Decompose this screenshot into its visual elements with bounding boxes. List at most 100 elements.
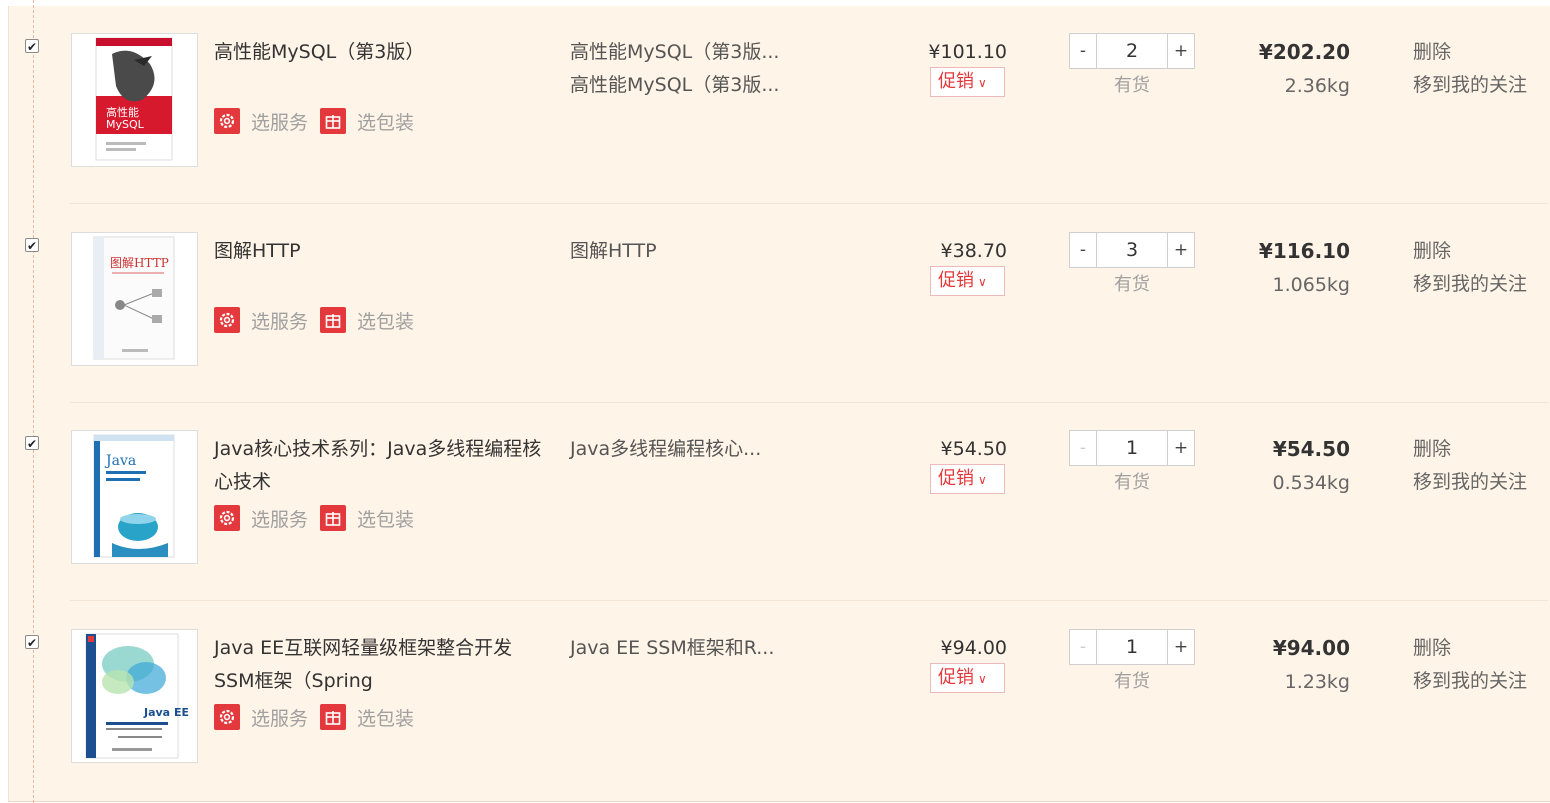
chevron-down-icon: ∨ <box>978 473 987 487</box>
stock-status: 有货 <box>1114 472 1150 493</box>
prop-line: Java EE SSM框架和R... <box>570 637 775 659</box>
gift-box-icon[interactable] <box>320 307 347 333</box>
select-service-link[interactable]: 选服务 <box>251 108 308 135</box>
product-title[interactable]: Java核心技术系列：Java多线程编程核心技术 <box>214 433 544 499</box>
cart-item-row: ✔ 图解HTTP 图解HTTP 选服务 选包装 图解HTTP ¥38.70 促销… <box>0 205 1550 403</box>
quantity-stepper: - 1 + <box>1069 629 1195 665</box>
unit-price: ¥38.70 <box>940 240 1007 262</box>
row-divider <box>70 600 1548 601</box>
qty-input[interactable]: 1 <box>1096 630 1168 664</box>
promo-dropdown[interactable]: 促销 ∨ <box>930 464 1005 494</box>
select-service-link[interactable]: 选服务 <box>251 505 308 532</box>
gear-badge-icon[interactable] <box>214 307 240 333</box>
product-props: 高性能MySQL（第3版... 高性能MySQL（第3版... <box>570 36 810 102</box>
unit-price: ¥94.00 <box>940 637 1007 659</box>
product-thumbnail[interactable]: 图解HTTP <box>71 232 198 366</box>
qty-decrease-button[interactable]: - <box>1070 34 1096 68</box>
move-to-favorites-link[interactable]: 移到我的关注 <box>1413 268 1548 301</box>
item-weight: 2.36kg <box>1284 75 1350 97</box>
select-package-link[interactable]: 选包装 <box>357 704 414 731</box>
chevron-down-icon: ∨ <box>978 76 987 90</box>
qty-decrease-button[interactable]: - <box>1070 431 1096 465</box>
item-weight: 1.23kg <box>1284 671 1350 693</box>
item-checkbox[interactable]: ✔ <box>25 436 39 451</box>
gift-box-icon[interactable] <box>320 704 347 730</box>
service-options: 选服务 选包装 <box>214 306 426 334</box>
quantity-stepper: - 3 + <box>1069 232 1195 268</box>
item-checkbox[interactable]: ✔ <box>25 238 39 253</box>
promo-dropdown[interactable]: 促销 ∨ <box>930 266 1005 296</box>
product-thumbnail[interactable]: Java <box>71 430 198 564</box>
delete-link[interactable]: 删除 <box>1413 433 1548 466</box>
gift-box-icon[interactable] <box>320 505 347 531</box>
book-cover-java-thread: Java <box>93 434 175 558</box>
product-thumbnail[interactable]: 高性能 MySQL <box>71 33 198 167</box>
delete-link[interactable]: 删除 <box>1413 632 1548 665</box>
prop-line: 高性能MySQL（第3版... <box>570 41 780 63</box>
unit-price: ¥54.50 <box>940 438 1007 460</box>
product-title[interactable]: 图解HTTP <box>214 235 544 268</box>
item-subtotal: ¥116.10 <box>1258 239 1350 263</box>
item-subtotal: ¥94.00 <box>1272 636 1350 660</box>
svg-text:Java EE: Java EE <box>143 706 189 719</box>
gear-badge-icon[interactable] <box>214 505 240 531</box>
move-to-favorites-link[interactable]: 移到我的关注 <box>1413 665 1548 698</box>
promo-label: 促销 <box>938 468 974 489</box>
cart-item-row: ✔ Java EE Java EE互联网轻量级框架整合开发 SSM框架（Spri… <box>0 602 1550 800</box>
item-weight: 1.065kg <box>1272 274 1350 296</box>
product-title[interactable]: Java EE互联网轻量级框架整合开发 SSM框架（Spring <box>214 632 544 698</box>
gift-box-icon[interactable] <box>320 108 347 134</box>
stock-status: 有货 <box>1114 75 1150 96</box>
gear-badge-icon[interactable] <box>214 108 240 134</box>
stock-status: 有货 <box>1114 671 1150 692</box>
unit-price: ¥101.10 <box>928 41 1007 63</box>
svg-text:Java: Java <box>104 453 136 469</box>
prop-line: Java多线程编程核心... <box>570 438 762 460</box>
select-package-link[interactable]: 选包装 <box>357 505 414 532</box>
item-actions: 删除 移到我的关注 <box>1413 235 1548 301</box>
qty-input[interactable]: 2 <box>1096 34 1168 68</box>
promo-dropdown[interactable]: 促销 ∨ <box>930 663 1005 693</box>
move-to-favorites-link[interactable]: 移到我的关注 <box>1413 466 1548 499</box>
qty-increase-button[interactable]: + <box>1168 630 1194 664</box>
qty-decrease-button[interactable]: - <box>1070 233 1096 267</box>
item-actions: 删除 移到我的关注 <box>1413 632 1548 698</box>
promo-dropdown[interactable]: 促销 ∨ <box>930 67 1005 97</box>
stock-status: 有货 <box>1114 274 1150 295</box>
move-to-favorites-link[interactable]: 移到我的关注 <box>1413 69 1548 102</box>
product-title[interactable]: 高性能MySQL（第3版） <box>214 36 544 69</box>
select-service-link[interactable]: 选服务 <box>251 704 308 731</box>
service-options: 选服务 选包装 <box>214 107 426 135</box>
qty-increase-button[interactable]: + <box>1168 34 1194 68</box>
promo-label: 促销 <box>938 71 974 92</box>
svg-text:高性能: 高性能 <box>106 105 139 119</box>
book-cover-http: 图解HTTP <box>93 236 175 360</box>
qty-increase-button[interactable]: + <box>1168 431 1194 465</box>
row-divider <box>70 203 1548 204</box>
item-subtotal: ¥54.50 <box>1272 437 1350 461</box>
qty-input[interactable]: 1 <box>1096 431 1168 465</box>
gear-badge-icon[interactable] <box>214 704 240 730</box>
select-service-link[interactable]: 选服务 <box>251 307 308 334</box>
delete-link[interactable]: 删除 <box>1413 235 1548 268</box>
prop-line: 高性能MySQL（第3版... <box>570 74 780 96</box>
quantity-stepper: - 2 + <box>1069 33 1195 69</box>
cart-item-row: ✔ 高性能 MySQL 高性能MySQL（第3版） 选服务 选包装 高性能MyS… <box>0 6 1550 204</box>
select-package-link[interactable]: 选包装 <box>357 307 414 334</box>
item-checkbox[interactable]: ✔ <box>25 635 39 650</box>
service-options: 选服务 选包装 <box>214 504 426 532</box>
select-package-link[interactable]: 选包装 <box>357 108 414 135</box>
delete-link[interactable]: 删除 <box>1413 36 1548 69</box>
service-options: 选服务 选包装 <box>214 703 426 731</box>
book-cover-java-ee: Java EE <box>85 633 189 759</box>
quantity-stepper: - 1 + <box>1069 430 1195 466</box>
qty-decrease-button[interactable]: - <box>1070 630 1096 664</box>
chevron-down-icon: ∨ <box>978 672 987 686</box>
qty-increase-button[interactable]: + <box>1168 233 1194 267</box>
product-thumbnail[interactable]: Java EE <box>71 629 198 763</box>
cart-item-row: ✔ Java Java核心技术系列：Java多线程编程核心技术 选服务 选包装 … <box>0 403 1550 601</box>
item-checkbox[interactable]: ✔ <box>25 39 39 54</box>
product-props: 图解HTTP <box>570 235 810 268</box>
qty-input[interactable]: 3 <box>1096 233 1168 267</box>
svg-text:图解HTTP: 图解HTTP <box>110 256 169 270</box>
